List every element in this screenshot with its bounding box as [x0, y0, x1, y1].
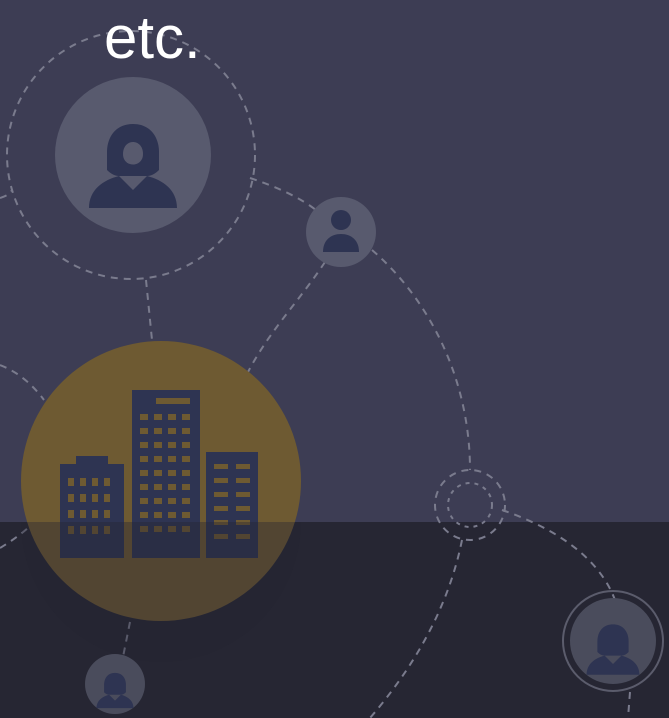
caption-text: etc. — [104, 4, 201, 71]
man-node-small — [306, 197, 376, 267]
building-node — [21, 341, 301, 662]
network-illustration: etc. — [0, 0, 669, 718]
woman-node-bottom — [85, 654, 145, 714]
woman-node-large — [55, 77, 211, 233]
network-graphic — [0, 0, 669, 718]
woman-node-right — [570, 598, 656, 684]
